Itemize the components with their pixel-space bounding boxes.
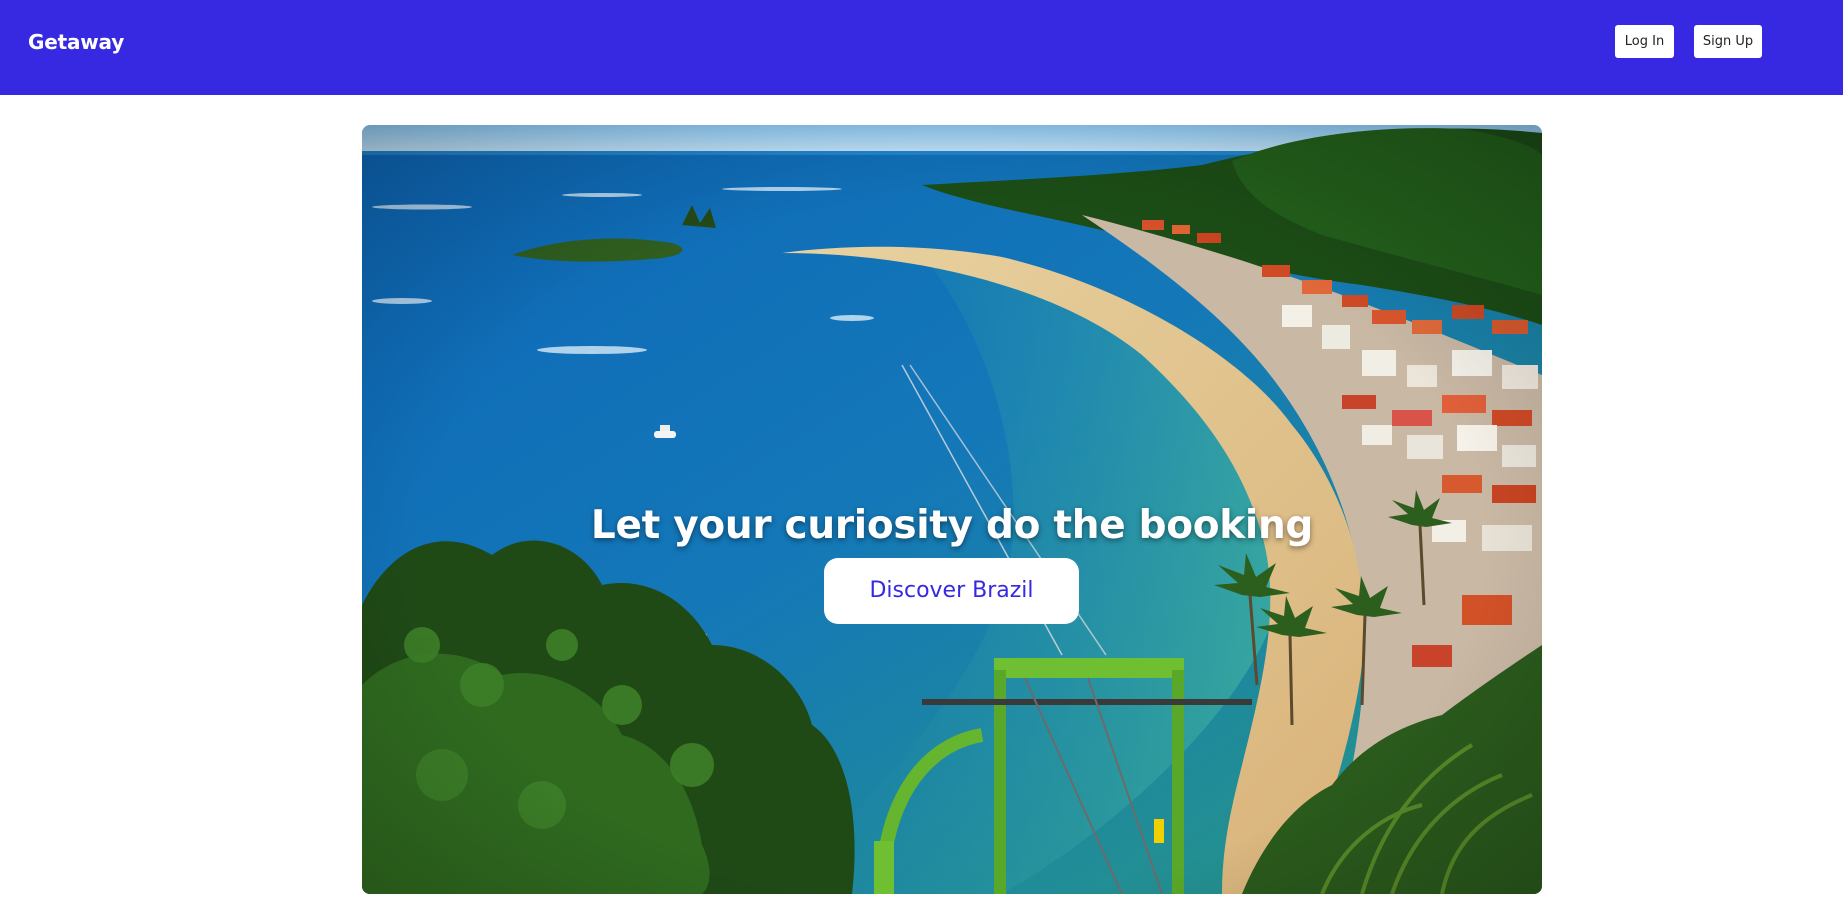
login-button[interactable]: Log In <box>1615 25 1674 58</box>
brand-logo[interactable]: Getaway <box>28 30 124 54</box>
hero-title: Let your curiosity do the booking <box>590 503 1314 549</box>
discover-brazil-button[interactable]: Discover Brazil <box>824 558 1079 624</box>
hero-banner: Let your curiosity do the booking Discov… <box>362 125 1542 894</box>
signup-button[interactable]: Sign Up <box>1694 25 1762 58</box>
top-navbar: Getaway Log In Sign Up <box>0 0 1843 95</box>
